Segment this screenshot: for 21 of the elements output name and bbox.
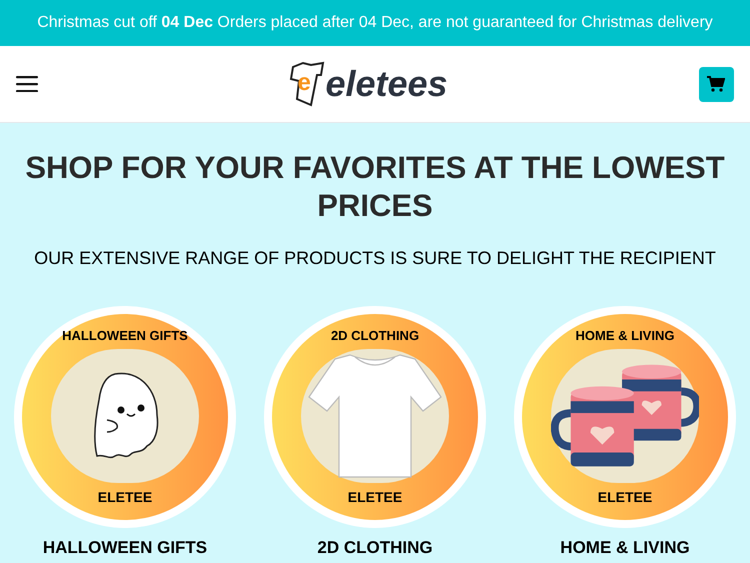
menu-icon[interactable] (16, 76, 38, 92)
category-link[interactable]: 2D CLOTHING (317, 538, 433, 558)
badge-caption: ELETEE (598, 488, 652, 507)
category-badge[interactable]: HOME & LIVING ELETEE (514, 306, 736, 528)
category-link[interactable]: HALLOWEEN GIFTS (42, 538, 208, 558)
category-badge[interactable]: 2D CLOTHING ELETEE (264, 306, 486, 528)
hero-subtitle: OUR EXTENSIVE RANGE OF PRODUCTS IS SURE TO DELIGHT THE RECIPIENT (34, 247, 716, 270)
cart-icon (707, 76, 726, 92)
cart-button[interactable] (698, 66, 734, 102)
badge-title: HALLOWEEN GIFTS (62, 327, 188, 345)
badge-caption: ELETEE (98, 488, 152, 507)
tshirt-outline-icon (289, 61, 326, 107)
category-badge[interactable]: HALLOWEEN GIFTS ELETEE (14, 306, 236, 528)
badge-title: 2D CLOTHING (330, 327, 420, 345)
badge-caption: ELETEE (348, 488, 402, 507)
category-link[interactable]: HOME & LIVING (560, 538, 690, 558)
logo-mark: e (297, 71, 311, 95)
logo-wordmark[interactable]: eletees (325, 66, 448, 102)
badge-title: HOME & LIVING (576, 327, 674, 345)
announcement-text: Christmas cut off 04 Dec Orders placed after 04 Dec, are not guaranteed for Christmas delivery (37, 13, 713, 33)
hero-heading: SHOP FOR YOUR FAVORITES AT THE LOWEST PRICES (25, 149, 725, 225)
